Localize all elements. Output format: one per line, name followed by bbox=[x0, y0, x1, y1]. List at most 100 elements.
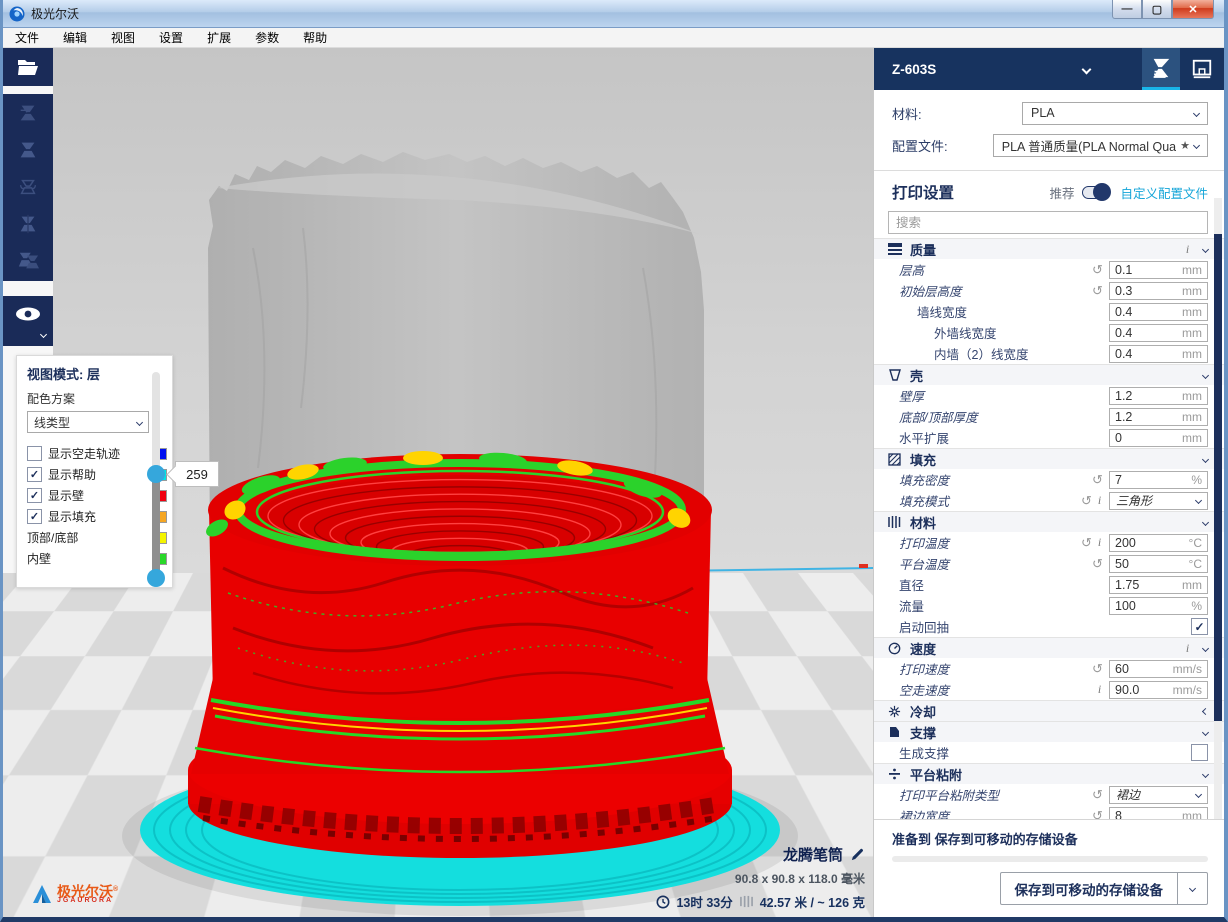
chevron-down-icon[interactable] bbox=[1202, 644, 1209, 651]
chevron-down-icon[interactable] bbox=[1202, 371, 1209, 378]
setting-checkbox[interactable]: ✓ bbox=[1191, 618, 1208, 635]
section-header-5[interactable]: 冷却 bbox=[874, 700, 1224, 721]
section-header-2[interactable]: 填充 bbox=[874, 448, 1224, 469]
info-icon[interactable]: i bbox=[1182, 641, 1193, 656]
reset-icon[interactable]: ↺ bbox=[1090, 787, 1105, 803]
section-header-7[interactable]: 平台粘附 bbox=[874, 763, 1224, 784]
section-header-1[interactable]: 壳 bbox=[874, 364, 1224, 385]
tab-monitor[interactable] bbox=[1180, 48, 1224, 90]
setting-input[interactable]: 0.4mm bbox=[1109, 303, 1208, 321]
chevron-down-icon[interactable] bbox=[1202, 728, 1209, 735]
menu-item-1[interactable]: 编辑 bbox=[51, 28, 99, 48]
tab-prepare-preview[interactable] bbox=[1142, 48, 1180, 90]
section-header-0[interactable]: 质量i bbox=[874, 238, 1224, 259]
reset-icon[interactable]: ↺ bbox=[1079, 493, 1094, 509]
setting-input[interactable]: 90.0mm/s bbox=[1109, 681, 1208, 699]
setting-input[interactable]: 0mm bbox=[1109, 429, 1208, 447]
setting-input[interactable]: 0.4mm bbox=[1109, 345, 1208, 363]
reset-icon[interactable]: ↺ bbox=[1090, 262, 1105, 278]
chevron-down-icon bbox=[1193, 141, 1200, 148]
unit-label: mm bbox=[1182, 578, 1202, 592]
view-option-checkbox[interactable]: ✓ bbox=[27, 488, 42, 503]
menu-item-0[interactable]: 文件 bbox=[3, 28, 51, 48]
section-header-3[interactable]: 材料 bbox=[874, 511, 1224, 532]
setting-input[interactable]: 0.3mm bbox=[1109, 282, 1208, 300]
settings-search[interactable] bbox=[888, 211, 1208, 234]
info-icon[interactable]: i bbox=[1094, 535, 1105, 550]
setting-select[interactable]: 三角形 bbox=[1109, 492, 1208, 510]
layer-slider[interactable] bbox=[152, 372, 160, 578]
setting-label: 平台温度 bbox=[874, 554, 1090, 573]
menu-item-6[interactable]: 帮助 bbox=[291, 28, 339, 48]
chevron-down-icon[interactable] bbox=[1202, 770, 1209, 777]
unit-label: mm bbox=[1182, 410, 1202, 424]
setting-input[interactable]: 1.75mm bbox=[1109, 576, 1208, 594]
menu-item-3[interactable]: 设置 bbox=[147, 28, 195, 48]
setting-select[interactable]: 裙边 bbox=[1109, 786, 1208, 804]
profile-select[interactable]: PLA 普通质量(PLA Normal Qua ★ bbox=[993, 134, 1208, 157]
view-option-checkbox[interactable]: ✓ bbox=[27, 509, 42, 524]
setting-row: 内墙（2）线宽度0.4mm bbox=[874, 343, 1224, 364]
scrollbar-thumb[interactable] bbox=[1214, 234, 1222, 721]
save-to-removable-button[interactable]: 保存到可移动的存储设备 bbox=[1000, 872, 1209, 905]
material-select[interactable]: PLA bbox=[1022, 102, 1208, 125]
layer-slider-top-handle[interactable] bbox=[147, 465, 165, 483]
info-icon[interactable]: i bbox=[1094, 682, 1105, 697]
per-model-settings-button[interactable] bbox=[3, 242, 53, 279]
reset-icon[interactable]: ↺ bbox=[1090, 472, 1105, 488]
reset-icon[interactable]: ↺ bbox=[1090, 661, 1105, 677]
recommended-label: 推荐 bbox=[1049, 183, 1074, 202]
chevron-left-icon[interactable] bbox=[1202, 707, 1209, 714]
mirror-tool-button[interactable] bbox=[3, 205, 53, 242]
recommended-custom-toggle[interactable] bbox=[1082, 186, 1110, 199]
close-button[interactable]: ✕ bbox=[1172, 0, 1214, 19]
reset-icon[interactable]: ↺ bbox=[1090, 283, 1105, 299]
setting-row: 生成支撑 bbox=[874, 742, 1224, 763]
settings-scrollbar[interactable] bbox=[1214, 198, 1222, 822]
setting-input[interactable]: 1.2mm bbox=[1109, 387, 1208, 405]
chevron-down-icon[interactable] bbox=[1202, 518, 1209, 525]
titlebar[interactable]: 极光尔沃 — ▢ ✕ bbox=[3, 0, 1224, 28]
reset-icon[interactable]: ↺ bbox=[1090, 556, 1105, 572]
setting-checkbox[interactable] bbox=[1191, 744, 1208, 761]
maximize-button[interactable]: ▢ bbox=[1142, 0, 1172, 19]
save-options-chevron[interactable] bbox=[1177, 873, 1207, 904]
chevron-down-icon[interactable] bbox=[1202, 245, 1209, 252]
setting-input[interactable]: 50°C bbox=[1109, 555, 1208, 573]
view-option-label: 显示帮助 bbox=[48, 466, 155, 483]
view-option-checkbox[interactable]: ✓ bbox=[27, 467, 42, 482]
reset-icon[interactable]: ↺ bbox=[1079, 535, 1094, 551]
menu-item-2[interactable]: 视图 bbox=[99, 28, 147, 48]
setting-row: 流量100% bbox=[874, 595, 1224, 616]
rotate-tool-button[interactable] bbox=[3, 168, 53, 205]
chevron-down-icon[interactable] bbox=[1202, 455, 1209, 462]
section-header-4[interactable]: 速度i bbox=[874, 637, 1224, 658]
open-file-button[interactable] bbox=[3, 48, 53, 86]
scale-tool-button[interactable] bbox=[3, 131, 53, 168]
custom-profile-link[interactable]: 自定义配置文件 bbox=[1120, 183, 1208, 202]
info-icon[interactable]: i bbox=[1182, 242, 1193, 257]
layer-slider-bottom-handle[interactable] bbox=[147, 569, 165, 587]
setting-input[interactable]: 0.1mm bbox=[1109, 261, 1208, 279]
menu-item-5[interactable]: 参数 bbox=[243, 28, 291, 48]
color-scheme-select[interactable]: 线类型 bbox=[27, 411, 149, 433]
edit-pencil-icon[interactable] bbox=[850, 847, 865, 862]
setting-input[interactable]: 60mm/s bbox=[1109, 660, 1208, 678]
move-tool-button[interactable] bbox=[3, 94, 53, 131]
view-option-checkbox[interactable] bbox=[27, 446, 42, 461]
info-icon[interactable]: i bbox=[1094, 493, 1105, 508]
setting-row: 打印温度↺i200°C bbox=[874, 532, 1224, 553]
minimize-button[interactable]: — bbox=[1112, 0, 1142, 19]
setting-input[interactable]: 200°C bbox=[1109, 534, 1208, 552]
section-header-6[interactable]: 支撑 bbox=[874, 721, 1224, 742]
printer-name[interactable]: Z-603S bbox=[874, 62, 936, 77]
setting-input[interactable]: 7% bbox=[1109, 471, 1208, 489]
printer-dropdown-chevron-icon[interactable] bbox=[1082, 64, 1092, 74]
setting-row: 打印平台粘附类型↺裙边 bbox=[874, 784, 1224, 805]
setting-input[interactable]: 100% bbox=[1109, 597, 1208, 615]
view-mode-button[interactable] bbox=[3, 296, 53, 346]
setting-input[interactable]: 0.4mm bbox=[1109, 324, 1208, 342]
menu-item-4[interactable]: 扩展 bbox=[195, 28, 243, 48]
settings-search-input[interactable] bbox=[896, 216, 1200, 230]
setting-input[interactable]: 1.2mm bbox=[1109, 408, 1208, 426]
